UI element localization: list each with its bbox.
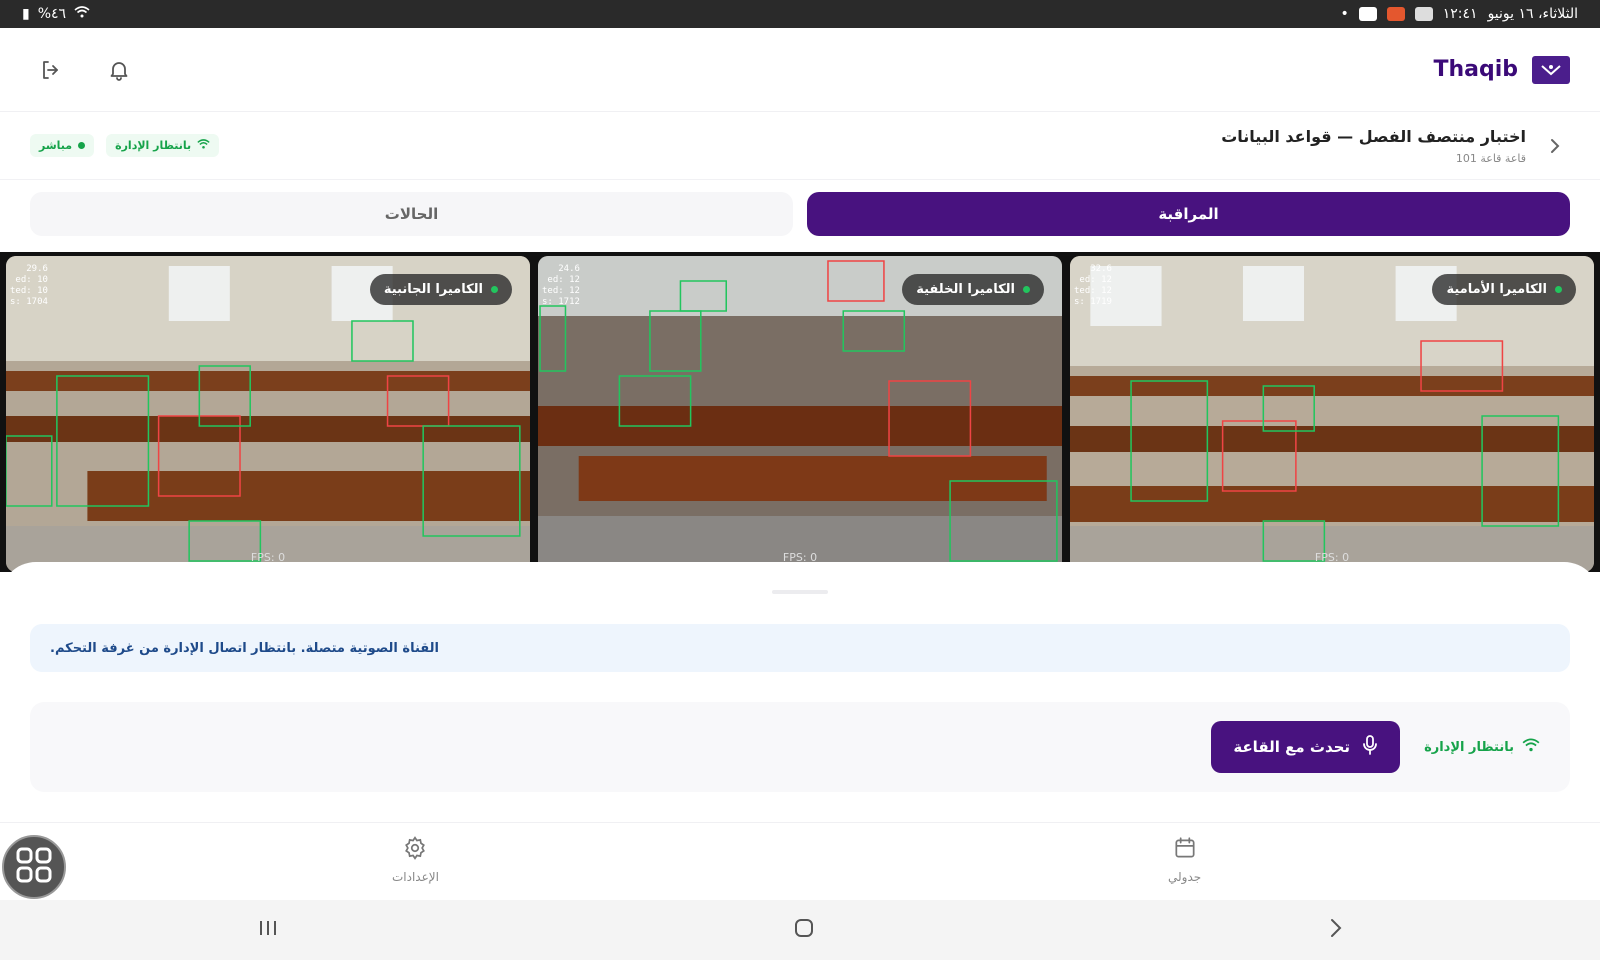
exam-title: اختبار منتصف الفصل — قواعد البيانات bbox=[1221, 126, 1526, 146]
wifi-icon bbox=[74, 6, 90, 22]
camera-name: الكاميرا الجانبية bbox=[383, 282, 483, 297]
admin-wait-status: بانتظار الإدارة bbox=[1424, 738, 1540, 756]
app-header: Thaqib bbox=[0, 28, 1600, 112]
bottom-navigation: جدولي الإعدادات bbox=[0, 822, 1600, 900]
nav-item-schedule[interactable]: جدولي bbox=[1168, 835, 1201, 884]
back-icon[interactable] bbox=[1329, 917, 1343, 943]
home-icon[interactable] bbox=[793, 917, 815, 943]
audio-control-card: بانتظار الإدارة تحدث مع القاعة bbox=[30, 702, 1570, 792]
camera-stats: 24.6 ed: 12 ted: 12 s: 1712 bbox=[542, 264, 580, 307]
logout-icon[interactable] bbox=[36, 55, 66, 85]
camera-feed-back[interactable]: 24.6 ed: 12 ted: 12 s: 1712 الكاميرا الخلفي… bbox=[538, 256, 1062, 572]
bottom-sheet: القناة الصوتية متصلة. بانتظار اتصال الإد… bbox=[0, 562, 1600, 822]
talk-button-label: تحدث مع القاعة bbox=[1233, 738, 1351, 756]
nav-label-schedule: جدولي bbox=[1168, 870, 1202, 884]
app-drawer-button[interactable] bbox=[2, 835, 66, 899]
status-bar: ▮ %٤٦ • ١٢:٤١ الثلاثاء، ١٦ يونيو bbox=[0, 0, 1600, 28]
recent-apps-icon[interactable] bbox=[257, 919, 279, 941]
audio-notice: القناة الصوتية متصلة. بانتظار اتصال الإد… bbox=[30, 624, 1570, 672]
tab-monitoring[interactable]: المراقبة bbox=[807, 192, 1570, 236]
audio-notice-text: القناة الصوتية متصلة. بانتظار اتصال الإد… bbox=[50, 640, 439, 656]
live-dot-icon bbox=[1555, 286, 1562, 293]
camera-stats: 32.6 ed: 12 ted: 12 s: 1719 bbox=[1074, 264, 1112, 307]
date: الثلاثاء، ١٦ يونيو bbox=[1487, 6, 1578, 22]
wifi-icon bbox=[197, 139, 210, 152]
camera-label: الكاميرا الأمامية bbox=[1432, 274, 1576, 305]
chevron-right-icon[interactable] bbox=[1540, 131, 1570, 161]
gallery-icon bbox=[1414, 7, 1433, 21]
camera-grid: 32.6 ed: 12 ted: 12 s: 1719 الكاميرا الأمام… bbox=[0, 252, 1600, 572]
app-icon bbox=[1386, 7, 1405, 21]
notification-dot-icon: • bbox=[1340, 6, 1349, 22]
camera-feed-front[interactable]: 32.6 ed: 12 ted: 12 s: 1719 الكاميرا الأمام… bbox=[1070, 256, 1594, 572]
battery-level: %٤٦ bbox=[37, 6, 67, 22]
talk-to-hall-button[interactable]: تحدث مع القاعة bbox=[1211, 721, 1401, 773]
camera-label: الكاميرا الجانبية bbox=[369, 274, 512, 305]
system-navigation-bar bbox=[0, 900, 1600, 960]
admin-wait-label: بانتظار الإدارة bbox=[115, 139, 192, 152]
camera-label: الكاميرا الخلفية bbox=[902, 274, 1044, 305]
clock: ١٢:٤١ bbox=[1442, 6, 1478, 22]
nav-item-settings[interactable]: الإعدادات bbox=[392, 835, 439, 884]
app-logo bbox=[1532, 55, 1570, 84]
dot-icon bbox=[78, 142, 86, 149]
camera-name: الكاميرا الخلفية bbox=[916, 282, 1015, 297]
bell-icon[interactable] bbox=[104, 55, 134, 85]
sheet-drag-handle[interactable] bbox=[772, 590, 828, 594]
live-label: مباشر bbox=[39, 139, 73, 152]
calendar-icon bbox=[1172, 835, 1198, 864]
camera-stats: 29.6 ed: 10 ted: 10 s: 1704 bbox=[10, 264, 48, 307]
youtube-icon bbox=[1358, 7, 1377, 21]
microphone-icon bbox=[1362, 735, 1378, 759]
camera-feed-side[interactable]: 29.6 ed: 10 ted: 10 s: 1704 الكاميرا الجانب… bbox=[6, 256, 530, 572]
admin-wait-badge: بانتظار الإدارة bbox=[106, 134, 220, 157]
app-name: Thaqib bbox=[1433, 57, 1518, 82]
tab-bar: المراقبة الحالات bbox=[30, 192, 1570, 238]
live-dot-icon bbox=[1023, 286, 1030, 293]
admin-wait-text: بانتظار الإدارة bbox=[1424, 739, 1514, 755]
live-badge: مباشر bbox=[30, 134, 95, 157]
exam-info-row: بانتظار الإدارة مباشر اختبار منتصف الفصل… bbox=[0, 112, 1600, 180]
grid-icon bbox=[14, 845, 54, 889]
gear-icon bbox=[402, 835, 428, 864]
status-badges: بانتظار الإدارة مباشر bbox=[30, 134, 220, 157]
nav-label-settings: الإعدادات bbox=[392, 870, 439, 884]
tab-cases[interactable]: الحالات bbox=[30, 192, 793, 236]
live-dot-icon bbox=[491, 286, 498, 293]
camera-name: الكاميرا الأمامية bbox=[1446, 282, 1547, 297]
battery-icon: ▮ bbox=[22, 6, 30, 22]
exam-room: قاعة قاعة 101 bbox=[1455, 151, 1526, 165]
wifi-icon bbox=[1522, 738, 1540, 756]
